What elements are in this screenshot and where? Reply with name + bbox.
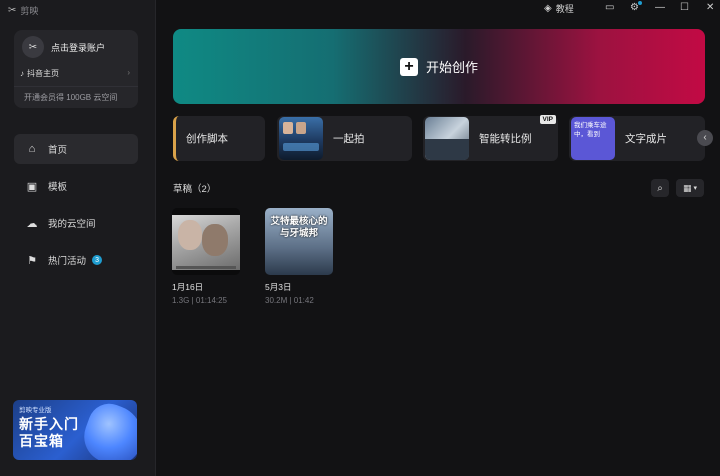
quick-action-text-to-video[interactable]: 我们乘车途中，看到 文字成片 — [569, 116, 705, 161]
promo-top-text: 剪映专业版 — [19, 407, 52, 414]
avatar-icon[interactable]: ✂ — [22, 36, 44, 58]
douyin-label: 抖音主页 — [27, 69, 59, 78]
close-icon[interactable]: ✕ — [706, 2, 714, 13]
scroll-left-button[interactable]: ‹ — [697, 130, 713, 146]
settings-icon[interactable]: ⚙ — [630, 1, 642, 13]
chevron-down-icon: ▾ — [693, 185, 698, 192]
quick-action-script[interactable]: 创作脚本 — [173, 116, 265, 161]
sidebar-item-label: 我的云空间 — [48, 219, 96, 230]
template-icon: ▣ — [26, 180, 38, 193]
draft-name: 5月3日 — [265, 282, 292, 292]
sidebar-item-home[interactable]: ⌂ 首页 — [14, 134, 138, 164]
promo-banner[interactable]: 剪映专业版 新手入门百宝箱 — [13, 400, 137, 460]
sidebar-item-label: 首页 — [48, 145, 68, 156]
douyin-home-link[interactable]: ♪ 抖音主页 — [20, 68, 59, 79]
draft-item[interactable]: 艾特最核心的与牙城邦 5月3日 30.2M | 01:42 — [265, 208, 333, 305]
flag-icon: ⚑ — [27, 254, 37, 267]
draft-meta: 1.3G | 01:14:25 — [172, 296, 228, 305]
quick-action-label: 文字成片 — [625, 133, 667, 145]
tutorial-icon: ◈ — [544, 3, 552, 14]
sidebar-nav: ⌂ 首页 ▣ 模板 ☁ 我的云空间 ⚑ 热门活动 3 — [14, 134, 138, 282]
quick-action-label: 智能转比例 — [479, 133, 532, 145]
vip-badge: VIP — [539, 115, 556, 124]
text-to-video-thumbnail: 我们乘车途中，看到 — [571, 117, 615, 160]
settings-dot — [637, 1, 642, 5]
draft-meta: 30.2M | 01:42 — [265, 296, 314, 305]
search-icon: ⌕ — [657, 182, 663, 194]
quick-action-shoot-together[interactable]: 一起拍 — [277, 116, 412, 161]
title-bar: ◈ 教程 ▭ ⚙ — ☐ ✕ — [156, 0, 720, 18]
notification-badge: 3 — [92, 255, 103, 265]
quick-action-label: 创作脚本 — [186, 133, 228, 145]
feedback-icon[interactable]: ▭ — [605, 2, 614, 13]
quick-action-smart-ratio[interactable]: 智能转比例 VIP — [423, 115, 558, 161]
sidebar-item-label: 模板 — [48, 182, 68, 193]
maximize-icon[interactable]: ☐ — [680, 2, 689, 13]
draft-name: 1月16日 — [172, 282, 204, 292]
draft-thumbnail: 艾特最核心的与牙城邦 — [265, 208, 333, 275]
login-link[interactable]: 点击登录账户 — [51, 41, 105, 54]
quick-action-label: 一起拍 — [333, 133, 365, 145]
plus-icon: + — [399, 57, 418, 76]
start-creation-button[interactable]: + 开始创作 — [173, 29, 705, 104]
sidebar: ✂ 剪映 ✂ 点击登录账户 ♪ 抖音主页 › 开通会员得 100GB 云空间 ⌂… — [0, 0, 156, 476]
shoot-together-thumbnail — [279, 117, 323, 160]
account-card[interactable]: ✂ 点击登录账户 ♪ 抖音主页 › 开通会员得 100GB 云空间 — [14, 30, 138, 108]
app-logo: ✂ 剪映 — [8, 4, 38, 17]
grid-view-icon: ▦ — [682, 182, 692, 193]
tutorial-button[interactable]: ◈ 教程 — [544, 2, 574, 15]
smart-ratio-thumbnail — [425, 117, 469, 160]
draft-item[interactable]: 1月16日 1.3G | 01:14:25 — [172, 208, 240, 305]
home-icon: ⌂ — [28, 143, 36, 155]
tutorial-label: 教程 — [555, 4, 574, 14]
douyin-icon: ♪ — [20, 69, 24, 78]
minimize-icon[interactable]: — — [655, 2, 665, 13]
view-toggle-button[interactable]: ▦ ▾ — [676, 179, 704, 197]
chevron-right-icon: › — [127, 68, 130, 77]
sidebar-item-label: 热门活动 — [48, 256, 87, 267]
thumbnail-text: 我们乘车途中，看到 — [574, 122, 607, 138]
capcut-logo-icon: ✂ — [8, 5, 17, 16]
cloud-icon: ☁ — [26, 217, 38, 230]
drafts-heading: 草稿（2） — [173, 184, 217, 195]
membership-upsell[interactable]: 开通会员得 100GB 云空间 — [14, 86, 138, 108]
app-name: 剪映 — [20, 6, 39, 16]
search-button[interactable]: ⌕ — [651, 179, 669, 197]
promo-title: 新手入门百宝箱 — [19, 416, 79, 449]
sidebar-item-events[interactable]: ⚑ 热门活动 3 — [14, 245, 138, 275]
sidebar-item-templates[interactable]: ▣ 模板 — [14, 171, 138, 201]
draft-thumbnail — [172, 208, 240, 275]
draft-overlay-text: 艾特最核心的与牙城邦 — [270, 216, 328, 239]
start-creation-label: 开始创作 — [425, 60, 478, 75]
sidebar-item-cloud[interactable]: ☁ 我的云空间 — [14, 208, 138, 238]
